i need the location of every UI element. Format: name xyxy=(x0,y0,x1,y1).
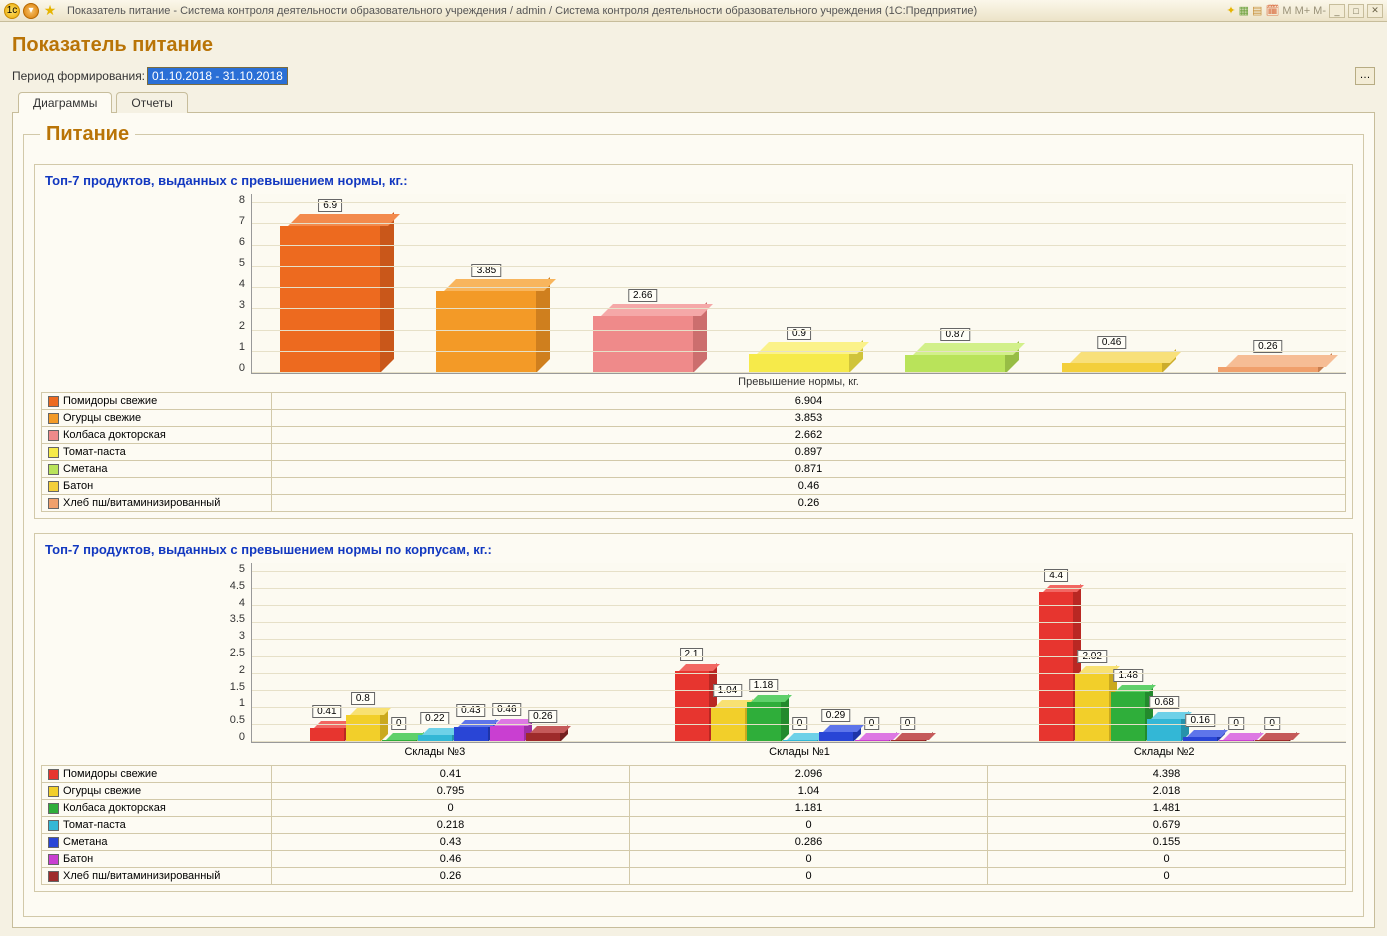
dropdown-icon[interactable]: ▾ xyxy=(23,3,39,19)
chart1-y-axis: 876543210 xyxy=(41,194,251,374)
chart2-title: Топ-7 продуктов, выданных с превышением … xyxy=(45,542,1342,557)
table-row: Помидоры свежие0.412.0964.398 xyxy=(42,766,1346,783)
table-row: Томат-паста0.897 xyxy=(42,444,1346,461)
table-row: Хлеб пш/витаминизированный0.26 xyxy=(42,495,1346,512)
chart2-group-label: Склады №2 xyxy=(982,746,1346,758)
app-icon: 1c xyxy=(4,3,20,19)
chart2-y-axis: 54.543.532.521.510.50 xyxy=(41,563,251,743)
page-title: Показатель питание xyxy=(12,34,1375,57)
memory-mminus-icon: M- xyxy=(1313,5,1326,17)
chart-top7-total: Топ-7 продуктов, выданных с превышением … xyxy=(34,164,1353,519)
period-picker-button[interactable]: … xyxy=(1355,67,1375,85)
window-titlebar: 1c ▾ ★ Показатель питание - Система конт… xyxy=(0,0,1387,22)
window-title: Показатель питание - Система контроля де… xyxy=(61,5,1226,17)
group-title: Питание xyxy=(40,123,135,146)
period-row: Период формирования: 01.10.2018 - 31.10.… xyxy=(12,67,1375,85)
chart1-plot: 6.93.852.660.90.870.460.26 xyxy=(251,194,1346,374)
memory-m-icon: M xyxy=(1282,5,1291,17)
star-icon[interactable]: ★ xyxy=(42,3,58,19)
table-row: Сметана0.430.2860.155 xyxy=(42,834,1346,851)
calendar-icon[interactable]: 🗓 xyxy=(1265,4,1279,17)
table-row: Батон0.46 xyxy=(42,478,1346,495)
period-value[interactable]: 01.10.2018 - 31.10.2018 xyxy=(147,67,288,85)
chart2-group-label: Склады №3 xyxy=(253,746,617,758)
grid-icon[interactable]: ▦ xyxy=(1239,4,1249,17)
table-row: Сметана0.871 xyxy=(42,461,1346,478)
tab-diagrams[interactable]: Диаграммы xyxy=(18,92,112,113)
table-row: Огурцы свежие0.7951.042.018 xyxy=(42,783,1346,800)
calc-icon[interactable]: ▤ xyxy=(1252,4,1262,17)
table-row: Батон0.4600 xyxy=(42,851,1346,868)
chart2-group-label: Склады №1 xyxy=(618,746,982,758)
table-row: Огурцы свежие3.853 xyxy=(42,410,1346,427)
chart1-data-table: Помидоры свежие6.904Огурцы свежие3.853Ко… xyxy=(41,392,1346,512)
chart-top7-by-building: Топ-7 продуктов, выданных с превышением … xyxy=(34,533,1353,892)
maximize-button[interactable]: □ xyxy=(1348,4,1364,18)
tab-reports[interactable]: Отчеты xyxy=(116,92,187,113)
chart2-data-table: Помидоры свежие0.412.0964.398Огурцы свеж… xyxy=(41,765,1346,885)
favorite-icon[interactable]: ✦ xyxy=(1226,4,1235,17)
memory-mplus-icon: M+ xyxy=(1295,5,1311,17)
table-row: Томат-паста0.21800.679 xyxy=(42,817,1346,834)
chart1-title: Топ-7 продуктов, выданных с превышением … xyxy=(45,173,1342,188)
close-button[interactable]: ✕ xyxy=(1367,4,1383,18)
table-row: Колбаса докторская01.1811.481 xyxy=(42,800,1346,817)
table-row: Колбаса докторская2.662 xyxy=(42,427,1346,444)
table-row: Помидоры свежие6.904 xyxy=(42,393,1346,410)
chart1-x-label: Превышение нормы, кг. xyxy=(251,376,1346,388)
chart2-plot: 0.410.800.220.430.460.26Склады №32.11.04… xyxy=(251,563,1346,743)
period-label: Период формирования: xyxy=(12,69,145,83)
tab-bar: Диаграммы Отчеты xyxy=(12,91,1375,113)
minimize-button[interactable]: _ xyxy=(1329,4,1345,18)
